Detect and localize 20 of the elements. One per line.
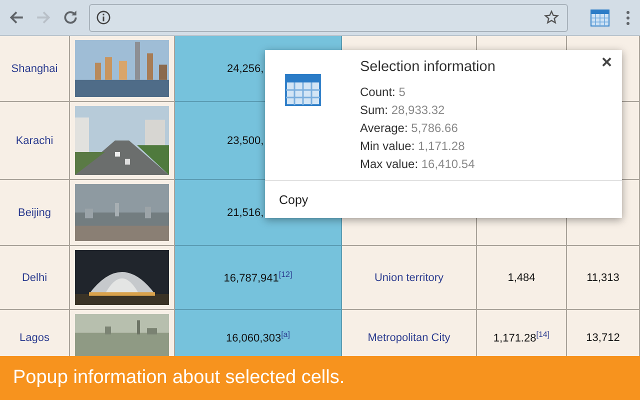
city-link[interactable]: Lagos — [20, 332, 50, 344]
stat-line: Sum: 28,933.32 — [360, 102, 446, 119]
stat-line: Max value: 16,410.54 — [360, 156, 476, 173]
territory-link[interactable]: Union territory — [374, 272, 444, 284]
table-cell: 11,313 — [567, 246, 640, 310]
caption-banner: Popup information about selected cells. — [0, 356, 640, 400]
stat-line: Average: 5,786.66 — [360, 120, 459, 137]
table-cell: 16,060,303$^{[a]}$ — [175, 310, 342, 356]
close-button[interactable]: × — [597, 52, 616, 73]
table-cell: 16,787,941$^{[12]}$ — [175, 246, 342, 310]
stat-line: Count: 5 — [360, 84, 406, 101]
popup-title: Selection information — [360, 59, 496, 75]
city-link[interactable]: Delhi — [22, 272, 48, 284]
table-cell: 1,484 — [477, 246, 567, 310]
stat-line: Min value: 1,171.28 — [360, 138, 466, 155]
city-link[interactable]: Karachi — [16, 134, 54, 146]
city-link[interactable]: Beijing — [18, 206, 52, 218]
copy-button[interactable]: Copy — [279, 191, 308, 209]
territory-link[interactable]: Metropolitan City — [368, 332, 450, 344]
city-link[interactable]: Shanghai — [11, 62, 58, 74]
